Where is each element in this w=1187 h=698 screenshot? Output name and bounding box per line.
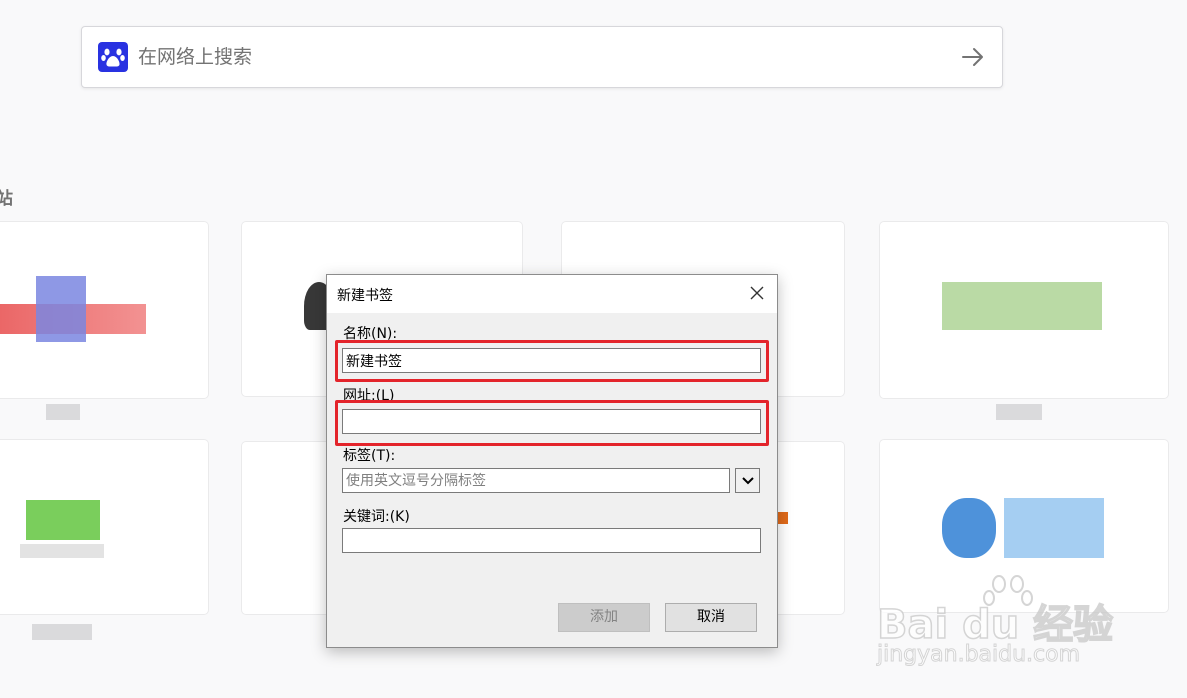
site-logo-icon: [942, 498, 996, 558]
tags-label: 标签(T):: [343, 448, 396, 464]
tile-caption: [46, 404, 80, 420]
top-site-tile[interactable]: [0, 222, 208, 398]
arrow-right-icon[interactable]: [960, 44, 986, 70]
close-icon[interactable]: [749, 285, 765, 301]
baidu-paw-icon[interactable]: [98, 42, 128, 72]
top-site-tile[interactable]: [0, 440, 208, 614]
site-thumbnail: [1004, 498, 1104, 558]
top-site-tile[interactable]: [880, 222, 1168, 398]
name-field[interactable]: [342, 348, 761, 373]
site-thumbnail: [26, 500, 100, 540]
chevron-down-icon: [741, 477, 754, 485]
site-logo-icon: [36, 276, 86, 342]
site-thumbnail: [942, 282, 1102, 330]
keyword-label: 关键词:(K): [343, 509, 410, 525]
cancel-button[interactable]: 取消: [665, 603, 757, 632]
watermark-url: jingyan.baidu.com: [876, 642, 1081, 668]
site-thumbnail: [20, 544, 104, 558]
add-button[interactable]: 添加: [558, 603, 650, 632]
search-bar[interactable]: [81, 26, 1003, 88]
url-field[interactable]: [342, 409, 761, 434]
tags-dropdown-button[interactable]: [735, 468, 760, 493]
tile-caption: [996, 404, 1042, 420]
tile-caption: [32, 624, 92, 640]
new-bookmark-dialog: 新建书签 名称(N): 网址:(L) 标签(T): 关键词:(K) 添加 取消: [326, 274, 778, 648]
dialog-titlebar: 新建书签: [327, 275, 777, 313]
keyword-field[interactable]: [342, 528, 761, 553]
baidu-jingyan-watermark: Bai du 经验 jingyan.baidu.com: [876, 572, 1127, 692]
tags-field[interactable]: [342, 468, 730, 493]
section-title: 站: [0, 189, 13, 209]
dialog-title: 新建书签: [337, 288, 393, 304]
search-input[interactable]: [138, 41, 918, 73]
